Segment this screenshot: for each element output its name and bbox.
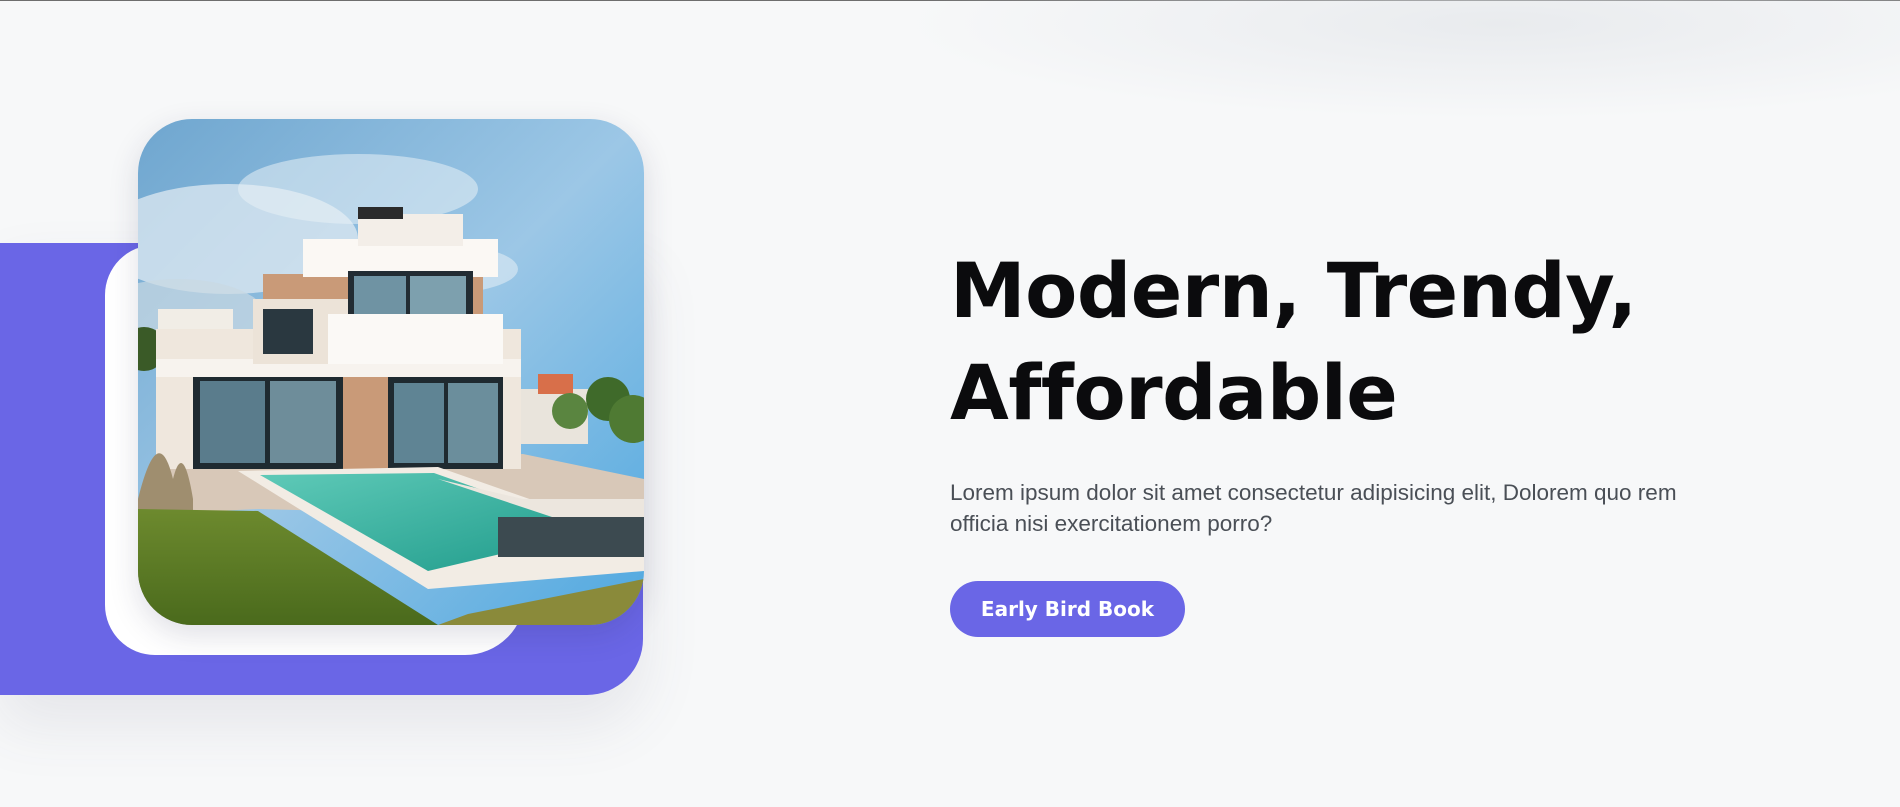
headline-line-2: Affordable [950,348,1398,437]
hero-description: Lorem ipsum dolor sit amet consectetur a… [950,480,1677,536]
early-bird-book-button[interactable]: Early Bird Book [950,581,1185,637]
headline-line-1: Modern, Trendy, [950,246,1637,335]
villa-photo [138,119,644,625]
hero-headline: Modern, Trendy, Affordable [950,240,1690,444]
hero-content: Modern, Trendy, Affordable Lorem ipsum d… [950,240,1690,637]
background-glow [900,0,1900,120]
